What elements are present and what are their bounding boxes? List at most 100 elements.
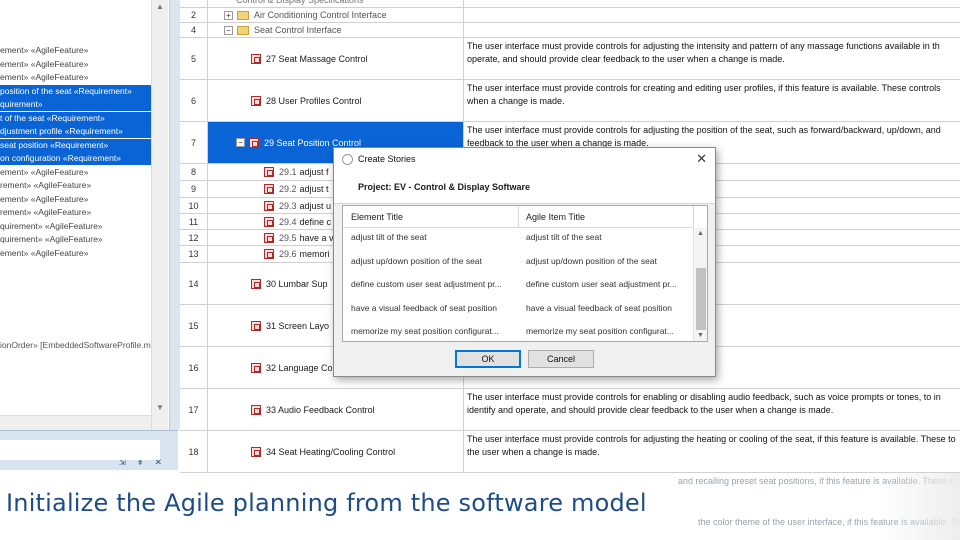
grid-row[interactable]: Control & Display Specifications xyxy=(180,0,960,8)
scroll-up-arrow[interactable]: ▲ xyxy=(155,2,165,12)
column-header-element-title[interactable]: Element Title xyxy=(351,212,403,222)
row-title: have a v xyxy=(299,232,334,243)
tree-item[interactable]: ement» «AgileFeature» xyxy=(0,247,88,260)
row-number: 18 xyxy=(180,431,208,472)
row-number: 12 xyxy=(180,230,208,245)
agile-item-title-cell: memorize my seat position configurat... xyxy=(526,326,674,336)
dialog-titlebar: Create Stories ✕ xyxy=(334,148,715,170)
agile-item-title-cell: have a visual feedback of seat position xyxy=(526,302,673,313)
requirement-id: 29.1 xyxy=(279,167,297,177)
list-item[interactable]: adjust tilt of the seat adjust tilt of th… xyxy=(343,226,693,249)
tree-item[interactable]: seat position «Requirement» xyxy=(0,138,151,152)
row-title: 30 Lumbar Sup xyxy=(266,278,328,289)
requirement-icon xyxy=(264,249,274,259)
row-number: 7 xyxy=(180,122,208,163)
cancel-button[interactable]: Cancel xyxy=(528,350,594,368)
list-item[interactable]: adjust up/down position of the seat adjus… xyxy=(343,250,693,273)
row-title-cell[interactable]: 28 User Profiles Control xyxy=(208,80,464,121)
tree-item[interactable]: quirement» «AgileFeature» xyxy=(0,220,103,233)
tree-item[interactable]: rement» «AgileFeature» xyxy=(0,206,91,219)
tree-item[interactable]: quirement» xyxy=(0,98,151,111)
list-item[interactable]: define custom user seat adjustment pr...… xyxy=(343,273,693,296)
stories-list-scrollbar[interactable]: ▲ ▼ xyxy=(693,228,707,341)
tree-item[interactable]: djustment profile «Requirement» xyxy=(0,125,151,138)
tree-item[interactable]: ement» «AgileFeature» xyxy=(0,44,88,57)
requirement-id: 29.4 xyxy=(279,216,297,227)
requirement-id: 29.3 xyxy=(279,200,297,211)
row-title: adjust u xyxy=(299,200,332,211)
row-number: 17 xyxy=(180,389,208,430)
project-browser-scrollbar[interactable]: ▲ ▼ xyxy=(151,0,168,430)
column-separator[interactable] xyxy=(518,206,519,228)
requirement-icon xyxy=(251,320,261,331)
tree-item[interactable]: quirement» «AgileFeature» xyxy=(0,233,103,246)
stories-list-header: Element Title Agile Item Title xyxy=(343,206,694,228)
grid-row[interactable]: 5 27 Seat Massage Control The user interfa… xyxy=(180,38,960,80)
row-title-cell[interactable]: 27 Seat Massage Control xyxy=(208,38,464,79)
tree-item[interactable]: on configuration «Requirement» xyxy=(0,152,151,165)
requirement-icon xyxy=(249,137,259,148)
tree-item[interactable]: ement» «AgileFeature» xyxy=(0,193,88,206)
collapse-icon[interactable]: − xyxy=(236,138,245,147)
splitter[interactable] xyxy=(170,0,180,430)
grid-row[interactable]: 17 33 Audio Feedback Control The user inte… xyxy=(180,389,960,431)
browser-pane-tab-area xyxy=(0,440,160,460)
column-header-agile-item-title[interactable]: Agile Item Title xyxy=(526,212,585,222)
scroll-down-arrow[interactable]: ▼ xyxy=(155,403,165,413)
row-number: 10 xyxy=(180,198,208,213)
row-title: 31 Screen Layo xyxy=(266,320,330,331)
grid-row[interactable]: 18 34 Seat Heating/Cooling Control The use… xyxy=(180,431,960,473)
list-item[interactable]: memorize my seat position configurat... m… xyxy=(343,320,693,341)
agile-item-title-cell: define custom user seat adjustment pr... xyxy=(526,279,677,289)
requirement-icon xyxy=(264,184,274,194)
row-title-cell[interactable]: + Air Conditioning Control Interface xyxy=(208,8,464,22)
close-icon[interactable]: ✕ xyxy=(696,151,707,167)
row-title: adjust f xyxy=(299,167,329,177)
row-number: 11 xyxy=(180,214,208,229)
grid-row[interactable]: 4 − Seat Control Interface xyxy=(180,23,960,38)
tree-item[interactable]: rement» «AgileFeature» xyxy=(0,179,91,192)
element-title-cell: define custom user seat adjustment pr... xyxy=(351,279,502,289)
collapse-icon[interactable]: − xyxy=(224,25,233,35)
row-title: Control & Display Specifications xyxy=(236,0,364,5)
row-number: 8 xyxy=(180,164,208,180)
grid-row[interactable]: 2 + Air Conditioning Control Interface xyxy=(180,8,960,23)
agile-item-title-cell: adjust tilt of the seat xyxy=(526,232,602,242)
tree-item[interactable]: ement» «AgileFeature» xyxy=(0,166,88,179)
row-title: Seat Control Interface xyxy=(254,25,342,35)
row-title: 34 Seat Heating/Cooling Control xyxy=(266,446,396,457)
row-title: define c xyxy=(299,216,332,227)
stories-list[interactable]: Element Title Agile Item Title adjust ti… xyxy=(342,205,708,342)
scrollbar-thumb[interactable] xyxy=(696,268,706,330)
expand-icon[interactable]: + xyxy=(224,10,233,20)
project-label: Project: EV - Control & Display Software xyxy=(358,182,531,192)
element-title-cell: adjust tilt of the seat xyxy=(351,232,427,242)
grid-row[interactable]: 6 28 User Profiles Control The user interf… xyxy=(180,80,960,122)
row-title: 33 Audio Feedback Control xyxy=(266,404,375,415)
row-description: The user interface must provide controls… xyxy=(467,41,940,64)
list-item[interactable]: have a visual feedback of seat position h… xyxy=(343,297,693,320)
row-title-cell[interactable]: Control & Display Specifications xyxy=(208,0,464,7)
tree-item[interactable]: ement» «AgileFeature» xyxy=(0,71,88,84)
column-separator[interactable] xyxy=(693,206,694,228)
row-title: 27 Seat Massage Control xyxy=(266,53,368,64)
row-title-cell[interactable]: 33 Audio Feedback Control xyxy=(208,389,464,430)
row-description xyxy=(464,23,960,37)
scroll-up-arrow[interactable]: ▲ xyxy=(697,230,704,237)
row-number xyxy=(180,0,208,7)
row-description xyxy=(464,8,960,22)
scroll-down-arrow[interactable]: ▼ xyxy=(697,332,704,339)
row-number: 14 xyxy=(180,263,208,304)
caption-banner: and recalling preset seat positions, if … xyxy=(0,473,960,540)
requirement-icon xyxy=(251,278,261,289)
tree-item[interactable]: ement» «AgileFeature» xyxy=(0,58,88,71)
tree-item[interactable]: position of the seat «Requirement» xyxy=(0,84,151,98)
element-title-cell: have a visual feedback of seat position xyxy=(351,302,498,313)
tree-item[interactable]: t of the seat «Requirement» xyxy=(0,111,151,125)
ok-button[interactable]: OK xyxy=(455,350,521,368)
project-browser-hscrollbar[interactable] xyxy=(0,415,151,430)
row-title-cell[interactable]: − Seat Control Interface xyxy=(208,23,464,37)
row-number: 6 xyxy=(180,80,208,121)
tree-item-profile[interactable]: ionOrder» [EmbeddedSoftwareProfile.mc xyxy=(0,340,155,350)
row-title-cell[interactable]: 34 Seat Heating/Cooling Control xyxy=(208,431,464,472)
